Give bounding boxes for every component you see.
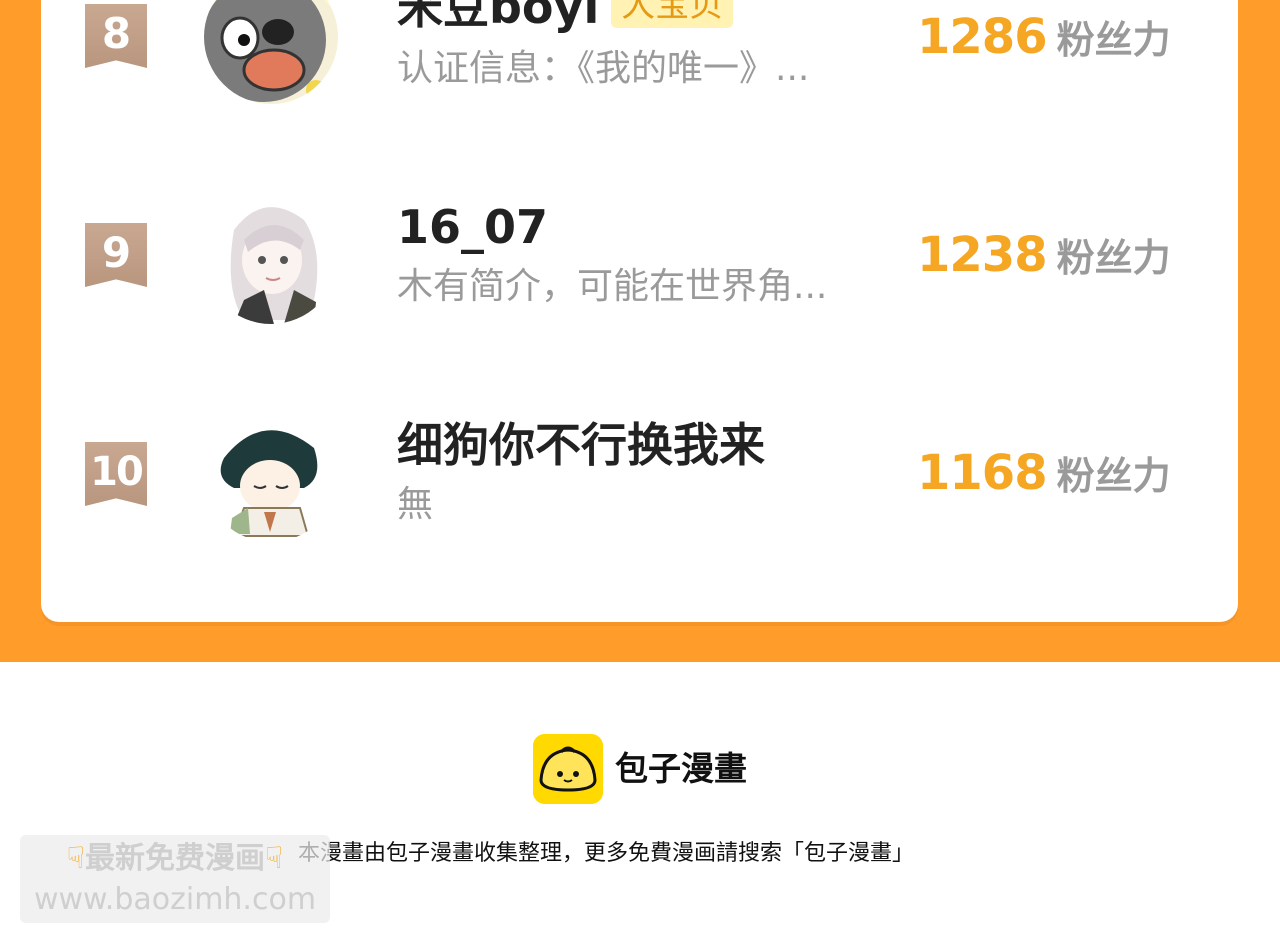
watermark-overlay[interactable]: ☟最新免费漫画☟ www.baozimh.com (20, 835, 330, 923)
watermark-text: 最新免费漫画 (85, 841, 265, 876)
bun-logo-icon[interactable] (533, 734, 603, 804)
user-name[interactable]: 米豆boyi 大宝贝 (397, 0, 734, 34)
user-name[interactable]: 细狗你不行换我来 (397, 418, 765, 472)
rank-ribbon-badge: 8 (85, 4, 147, 68)
fans-value: 1238 (917, 227, 1048, 283)
avatar[interactable] (204, 408, 338, 542)
title-badge: 大宝贝 (611, 0, 734, 28)
watermark-url: www.baozimh.com (33, 882, 317, 917)
gray-cartoon-animal-avatar-icon (204, 0, 338, 104)
fans-unit-label: 粉丝力 (1056, 236, 1171, 280)
fans-value: 1286 (917, 9, 1048, 65)
watermark-line-1: ☟最新免费漫画☟ (20, 837, 330, 881)
ranking-row[interactable]: 9 16_07 木有简介，可能在世界角... 1238 粉丝力 (41, 178, 1238, 348)
fans-score: 1286 粉丝力 (917, 10, 1171, 75)
avatar[interactable] (204, 190, 338, 324)
user-name-text: 16_07 (397, 200, 549, 254)
fans-unit-label: 粉丝力 (1056, 454, 1171, 498)
fans-score: 1238 粉丝力 (917, 228, 1171, 293)
ranking-row[interactable]: 10 细狗你不行换我来 無 1168 粉丝力 (41, 396, 1238, 566)
avatar[interactable] (204, 0, 338, 104)
rank-ribbon-badge: 9 (85, 223, 147, 287)
user-description: 认证信息：《我的唯一》... (397, 48, 810, 89)
user-name[interactable]: 16_07 (397, 200, 548, 254)
ranking-row[interactable]: 8 米豆boyi 大宝贝 认证信息：《我的唯一》... 1286 粉丝力 (41, 0, 1238, 130)
user-description: 木有简介，可能在世界角... (397, 266, 828, 307)
pointing-down-hand-icon: ☟ (66, 841, 85, 876)
user-description: 無 (397, 484, 434, 525)
fans-score: 1168 粉丝力 (917, 446, 1171, 511)
user-name-text: 米豆boyi (397, 0, 600, 34)
pointing-down-hand-icon: ☟ (265, 841, 284, 876)
user-name-text: 细狗你不行换我来 (397, 418, 765, 472)
fans-value: 1168 (917, 445, 1048, 501)
footer-note: 本漫畫由包子漫畫收集整理，更多免費漫画請搜索「包子漫畫」 (298, 841, 915, 866)
fans-unit-label: 粉丝力 (1056, 18, 1171, 62)
rank-ribbon-badge: 10 (85, 442, 147, 506)
anime-girl-avatar-icon (204, 190, 338, 324)
ranking-card: 8 米豆boyi 大宝贝 认证信息：《我的唯一》... 1286 粉丝力 9 1… (41, 0, 1238, 622)
brand-name: 包子漫畫 (615, 749, 747, 788)
chibi-boy-avatar-icon (204, 408, 338, 542)
